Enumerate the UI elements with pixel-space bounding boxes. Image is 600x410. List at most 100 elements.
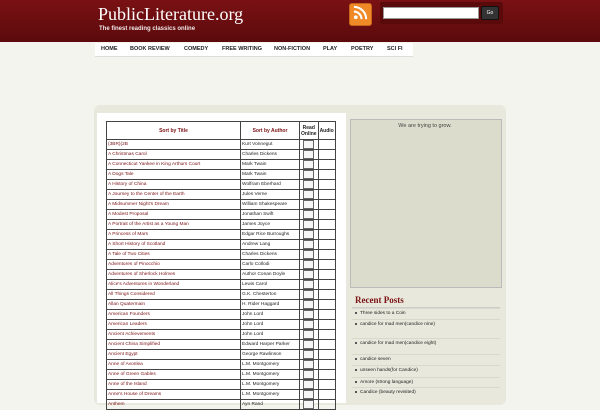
table-row: American Founders John Lord: [106, 309, 336, 320]
book-icon[interactable]: [303, 250, 315, 259]
book-title-link[interactable]: A Tale of Two Cities: [108, 252, 150, 257]
table-row: A Connecticut Yankee in King Arthurs Cou…: [106, 159, 336, 170]
book-icon[interactable]: [303, 280, 315, 289]
book-title-link[interactable]: American Leaders: [108, 322, 147, 327]
recent-post-link[interactable]: unseen hands(for Candice): [355, 368, 495, 374]
rss-button[interactable]: [349, 3, 372, 26]
table-row: A Tale of Two Cities Charles Dickens: [106, 249, 336, 260]
site-title[interactable]: PublicLiterature.org: [98, 4, 243, 25]
read-online-cell: [299, 139, 319, 150]
book-title-link[interactable]: Adventures of Pinocchio: [108, 262, 160, 267]
nav-home[interactable]: HOME: [101, 46, 118, 52]
book-icon[interactable]: [303, 270, 315, 279]
book-author: Jonathan Swift: [240, 209, 300, 220]
book-icon[interactable]: [303, 240, 315, 249]
recent-post-divider: [352, 338, 500, 339]
nav-play[interactable]: PLAY: [323, 46, 337, 52]
recent-post-link[interactable]: candice seven: [355, 357, 495, 363]
book-icon[interactable]: [303, 330, 315, 339]
table-row: A Midsummer Night's Dream William Shakesp…: [106, 199, 336, 210]
book-title-link[interactable]: A Connecticut Yankee in King Arthurs Cou…: [108, 162, 200, 167]
audio-cell: [317, 179, 336, 190]
audio-cell: [317, 189, 336, 200]
book-title-link[interactable]: All Things Considered: [108, 292, 155, 297]
search-input[interactable]: [383, 7, 479, 19]
book-title-link[interactable]: A Christmas Carol: [108, 152, 147, 157]
nav-poetry[interactable]: POETRY: [351, 46, 373, 52]
book-icon[interactable]: [303, 310, 315, 319]
book-icon[interactable]: [303, 350, 315, 359]
table-row: Ancient Egypt George Rawlinson: [106, 349, 336, 360]
book-icon[interactable]: [303, 260, 315, 269]
book-title-link[interactable]: Ancient China Simplified: [108, 342, 160, 347]
audio-cell: [317, 289, 336, 300]
book-title-link[interactable]: A Short History of Scotland: [108, 242, 165, 247]
book-title-link[interactable]: Anne's House of Dreams: [108, 392, 161, 397]
table-row: Anthem Ayn Rand: [106, 399, 336, 410]
book-icon[interactable]: [303, 150, 315, 159]
recent-post-link[interactable]: Amore (strong language): [355, 380, 495, 386]
book-icon[interactable]: [303, 160, 315, 169]
book-icon[interactable]: [303, 200, 315, 209]
book-icon[interactable]: [303, 170, 315, 179]
book-author: Edgar Rice Burroughs: [240, 229, 300, 240]
recent-post-link[interactable]: candice for mad men(candice nine): [355, 322, 495, 328]
book-icon[interactable]: [303, 320, 315, 329]
book-icon[interactable]: [303, 390, 315, 399]
book-icon[interactable]: [303, 230, 315, 239]
book-title-link[interactable]: Alice's Adventures in Wonderland: [108, 282, 179, 287]
book-icon[interactable]: [303, 380, 315, 389]
book-title-link[interactable]: Anne of Avonlea: [108, 362, 143, 367]
book-icon[interactable]: [303, 190, 315, 199]
nav-non-fiction[interactable]: NON-FICTION: [274, 46, 310, 52]
book-title-link[interactable]: A Journey to the Center of the Earth: [108, 192, 185, 197]
audio-cell: [317, 379, 336, 390]
book-icon[interactable]: [303, 370, 315, 379]
nav-book-review[interactable]: BOOK REVIEW: [130, 46, 170, 52]
table-row: American Leaders John Lord: [106, 319, 336, 330]
sort-by-title-link[interactable]: Sort by Title: [106, 121, 241, 140]
nav-free-writing[interactable]: FREE WRITING: [222, 46, 262, 52]
book-title-link[interactable]: A Midsummer Night's Dream: [108, 202, 169, 207]
recent-post-divider: [352, 377, 500, 378]
book-author: John Lord: [240, 319, 300, 330]
book-title-link[interactable]: A Modest Proposal: [108, 212, 148, 217]
book-title-link[interactable]: A Dogs Tale: [108, 172, 134, 177]
book-title-link[interactable]: A Princess of Mars: [108, 232, 148, 237]
book-title-link[interactable]: Adventures of Sherlock Holmes: [108, 272, 175, 277]
recent-post-link[interactable]: Three sides to a Coin: [355, 311, 495, 317]
book-icon[interactable]: [303, 300, 315, 309]
book-title-link[interactable]: Ancient Achievements: [108, 332, 155, 337]
read-online-cell: [299, 369, 319, 380]
book-icon[interactable]: [303, 340, 315, 349]
book-title-link[interactable]: A History of China: [108, 182, 146, 187]
book-icon[interactable]: [303, 140, 315, 149]
book-icon[interactable]: [303, 290, 315, 299]
nav-sci-fi[interactable]: SCI FI: [387, 46, 403, 52]
book-author: John Lord: [240, 329, 300, 340]
book-icon[interactable]: [303, 210, 315, 219]
read-online-cell: [299, 149, 319, 160]
recent-post-link[interactable]: candice for mad men(candice eight): [355, 341, 495, 347]
book-title-link[interactable]: Anne of Green Gables: [108, 372, 156, 377]
book-title-link[interactable]: Anne of the Island: [108, 382, 147, 387]
book-icon[interactable]: [303, 180, 315, 189]
book-author: Author Conan Doyle: [240, 269, 300, 280]
recent-posts-title: Recent Posts: [355, 295, 404, 305]
book-icon[interactable]: [303, 400, 315, 409]
book-title-link[interactable]: Anthem: [108, 402, 125, 407]
book-title-link[interactable]: American Founders: [108, 312, 150, 317]
read-online-cell: [299, 349, 319, 360]
book-title-link[interactable]: (3BR)(2B: [108, 142, 128, 147]
search-go-button[interactable]: Go: [481, 6, 499, 20]
book-title-link[interactable]: A Portrait of the Artist as a Young Man: [108, 222, 189, 227]
book-title-link[interactable]: Allan Quatermain: [108, 302, 145, 307]
nav-comedy[interactable]: COMEDY: [184, 46, 208, 52]
sort-by-author-link[interactable]: Sort by Author: [240, 121, 300, 140]
book-icon[interactable]: [303, 220, 315, 229]
recent-post-link[interactable]: Candice (beauty revisited): [355, 390, 495, 396]
recent-post-divider: [352, 354, 500, 355]
book-author: Carlo Collodi: [240, 259, 300, 270]
book-icon[interactable]: [303, 360, 315, 369]
book-title-link[interactable]: Ancient Egypt: [108, 352, 138, 357]
